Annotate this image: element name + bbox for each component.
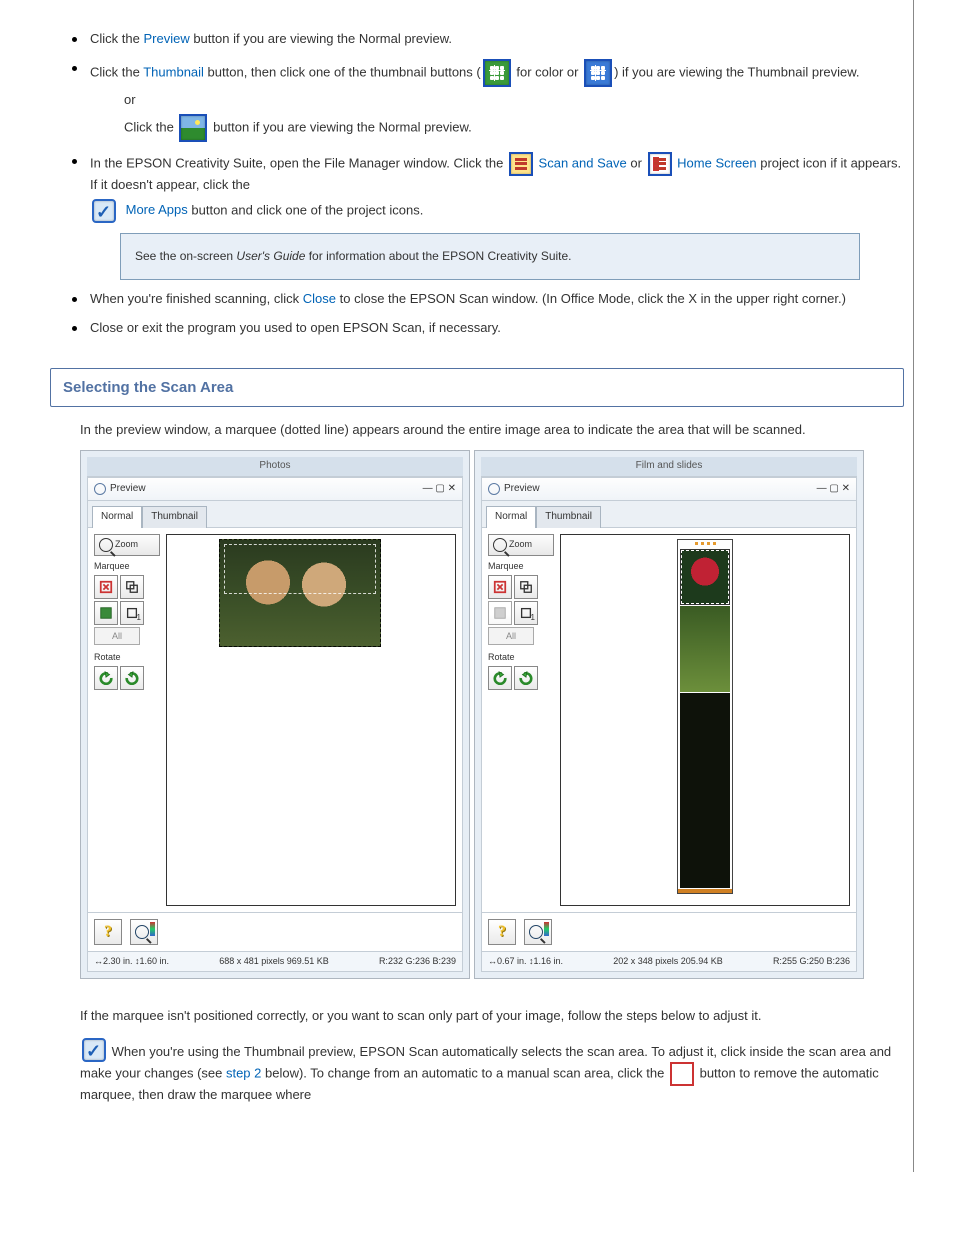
caption-film: Film and slides (481, 457, 857, 477)
status-bar-a: ↔2.30 in. ↕1.60 in. 688 x 481 pixels 969… (88, 951, 462, 971)
tab-normal[interactable]: Normal (486, 506, 536, 528)
close-button[interactable]: ✕ (448, 483, 456, 494)
film-frame-2 (680, 606, 730, 692)
thumbnail-color-icon (483, 59, 511, 87)
rotate-left-button[interactable] (94, 666, 118, 690)
tab-normal[interactable]: Normal (92, 506, 142, 528)
rotate-right-button[interactable] (120, 666, 144, 690)
link-step2[interactable]: step 2 (226, 1065, 261, 1080)
dog-photo-marquee[interactable] (219, 539, 381, 647)
min-button[interactable]: — (423, 483, 433, 494)
bullet-exit: Close or exit the program you used to op… (90, 319, 904, 338)
link-close[interactable]: Close (303, 291, 336, 306)
filmstrip-preview[interactable] (677, 539, 733, 894)
bullet-preview-normal: Click the Preview button if you are view… (90, 30, 904, 49)
status-bar-b: ↔0.67 in. ↕1.16 in. 202 x 348 pixels 205… (482, 951, 856, 971)
tab-thumbnail[interactable]: Thumbnail (142, 506, 207, 528)
preview-canvas-b[interactable] (560, 534, 850, 906)
auto-locate-button[interactable] (488, 575, 512, 599)
tip-icon (82, 1038, 106, 1062)
bullet-thumbnail: Click the Thumbnail button, then click o… (90, 59, 904, 142)
bullet-creativity-suite: In the EPSON Creativity Suite, open the … (90, 152, 904, 280)
note-users-guide: See the on-screen User's Guide for infor… (120, 233, 860, 280)
figure-film: Film and slides Preview — ▢ ✕ Normal Thu… (474, 450, 864, 979)
rotate-left-button[interactable] (488, 666, 512, 690)
auto-locate-button[interactable] (94, 575, 118, 599)
marquee-label: Marquee (94, 560, 160, 573)
scan-save-icon (509, 152, 533, 176)
preview-canvas-a[interactable] (166, 534, 456, 906)
link-preview[interactable]: Preview (143, 31, 189, 46)
copy-marquee-button[interactable] (514, 575, 538, 599)
zoom-button[interactable]: Zoom (94, 534, 160, 556)
delete-marquee-button[interactable]: 1 (514, 601, 538, 625)
rotate-label: Rotate (488, 651, 554, 664)
link-home-screen[interactable]: Home Screen (677, 155, 756, 170)
zoom-button[interactable]: Zoom (488, 534, 554, 556)
figures-row: Photos Preview — ▢ ✕ Normal Thumbnail Zo… (80, 450, 904, 979)
marquee-label: Marquee (488, 560, 554, 573)
densitometer-button[interactable] (130, 919, 158, 945)
caption-photos: Photos (87, 457, 463, 477)
thumbnail-mono-icon (584, 59, 612, 87)
para-final-note: When you're using the Thumbnail preview,… (80, 1038, 904, 1105)
figure-photos: Photos Preview — ▢ ✕ Normal Thumbnail Zo… (80, 450, 470, 979)
auto-locate-inline-icon (670, 1062, 694, 1086)
para-adjust-marquee: If the marquee isn't positioned correctl… (80, 1007, 904, 1026)
tab-thumbnail[interactable]: Thumbnail (536, 506, 601, 528)
help-button[interactable]: ? (488, 919, 516, 945)
film-frame-blank (680, 693, 730, 888)
max-button[interactable]: ▢ (435, 483, 444, 494)
or-text: or (124, 91, 904, 110)
select-all-button[interactable]: All (94, 627, 140, 645)
more-apps-icon (92, 199, 116, 223)
home-screen-icon (648, 152, 672, 176)
select-all-button[interactable]: All (488, 627, 534, 645)
link-more-apps[interactable]: More Apps (126, 202, 188, 217)
section-title: Selecting the Scan Area (50, 368, 904, 408)
copy-marquee-button[interactable] (120, 575, 144, 599)
link-thumbnail[interactable]: Thumbnail (143, 64, 204, 79)
preview-titlebar-a: Preview — ▢ ✕ (88, 478, 462, 502)
bullet-close: When you're finished scanning, click Clo… (90, 290, 904, 309)
rotate-right-button[interactable] (514, 666, 538, 690)
help-button[interactable]: ? (94, 919, 122, 945)
picture-icon (179, 114, 207, 142)
close-button[interactable]: ✕ (842, 483, 850, 494)
delete-marquee-button[interactable]: 1 (120, 601, 144, 625)
preview-app-icon (488, 483, 500, 495)
max-button[interactable]: ▢ (829, 483, 838, 494)
link-scan-save[interactable]: Scan and Save (539, 155, 627, 170)
film-frame-1[interactable] (680, 549, 730, 605)
preview-app-icon (94, 483, 106, 495)
new-marquee-button[interactable] (488, 601, 512, 625)
preview-titlebar-b: Preview — ▢ ✕ (482, 478, 856, 502)
bullet-normal-picture: Click the button if you are viewing the … (124, 114, 904, 142)
new-marquee-button[interactable] (94, 601, 118, 625)
densitometer-button[interactable] (524, 919, 552, 945)
section-intro: In the preview window, a marquee (dotted… (80, 421, 904, 440)
rotate-label: Rotate (94, 651, 160, 664)
min-button[interactable]: — (817, 483, 827, 494)
